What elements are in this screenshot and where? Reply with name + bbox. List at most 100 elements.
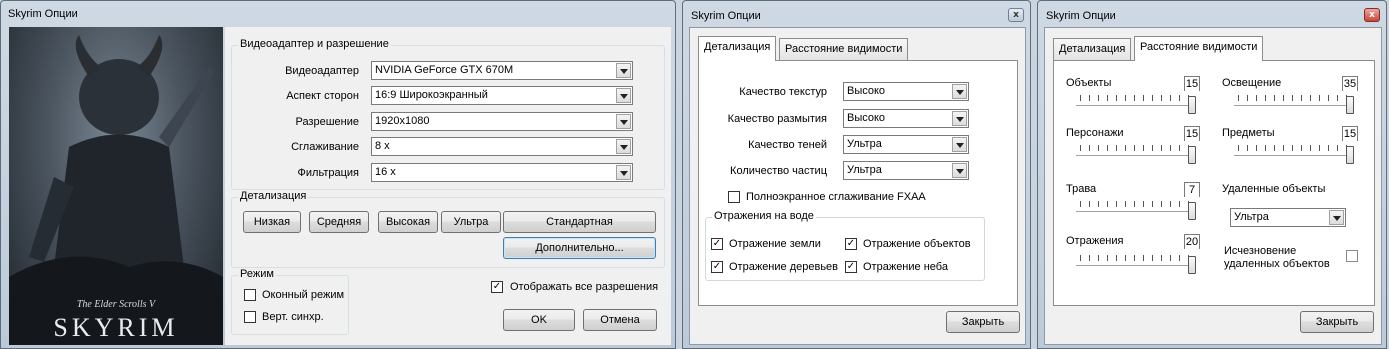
tab-view-distance[interactable]: Расстояние видимости	[1134, 36, 1264, 61]
particles-label: Количество частиц	[730, 165, 827, 177]
antialiasing-value: 8 x	[375, 140, 390, 152]
ok-button[interactable]: OK	[503, 309, 575, 331]
particles-select[interactable]: Ультра	[843, 161, 969, 180]
tab-view-distance[interactable]: Расстояние видимости	[779, 38, 909, 60]
lighting-value: 35	[1342, 76, 1358, 91]
skyrim-artwork: The Elder Scrolls V SKYRIM	[9, 27, 223, 345]
reflections-slider[interactable]	[1076, 255, 1196, 275]
resolution-value: 1920x1080	[375, 115, 430, 127]
chevron-down-icon[interactable]	[952, 163, 967, 178]
fade-checkbox[interactable]	[1346, 250, 1358, 262]
sky-reflection-checkbox[interactable]: ✓	[845, 261, 857, 273]
launcher-client: Видеоадаптер и разрешение Видеоадаптер N…	[225, 27, 671, 345]
blur-quality-select[interactable]: Высоко	[843, 109, 969, 128]
show-all-resolutions-checkbox[interactable]: ✓	[491, 281, 503, 293]
aspect-label: Аспект сторон	[286, 90, 359, 102]
aspect-select[interactable]: 16:9 Широкоэкранный	[371, 86, 633, 105]
slider-thumb[interactable]	[1188, 202, 1196, 220]
chevron-down-icon[interactable]	[952, 84, 967, 99]
sky-reflection-label: Отражение неба	[863, 261, 948, 273]
slider-thumb[interactable]	[1188, 146, 1196, 164]
fade-label-line2: удаленных объектов	[1224, 258, 1330, 270]
water-group-title: Отражения на воде	[712, 210, 816, 222]
tab-detail[interactable]: Детализация	[1053, 38, 1132, 60]
view-distance-window: Skyrim Опции x Детализация Расстояние ви…	[1037, 0, 1387, 349]
land-reflection-checkbox[interactable]: ✓	[711, 238, 723, 250]
filtering-label: Фильтрация	[297, 167, 359, 179]
advanced-button[interactable]: Дополнительно...	[503, 237, 656, 259]
chevron-down-icon[interactable]	[616, 114, 631, 129]
resolution-select[interactable]: 1920x1080	[371, 112, 633, 131]
chevron-down-icon[interactable]	[1329, 210, 1344, 225]
fade-label-line1: Исчезновение	[1224, 245, 1297, 257]
texture-quality-select[interactable]: Высоко	[843, 82, 969, 101]
actors-slider-label: Персонажи	[1066, 127, 1124, 139]
resolution-label: Разрешение	[295, 116, 359, 128]
title-bar[interactable]: Skyrim Опции x	[1038, 1, 1386, 27]
chevron-down-icon[interactable]	[616, 139, 631, 154]
close-icon[interactable]: x	[1364, 8, 1380, 22]
objects-value: 15	[1184, 76, 1200, 91]
chevron-down-icon[interactable]	[616, 63, 631, 78]
close-icon[interactable]: x	[1008, 8, 1024, 22]
cancel-button[interactable]: Отмена	[583, 309, 657, 331]
object-reflection-label: Отражение объектов	[863, 238, 971, 250]
slider-thumb[interactable]	[1346, 96, 1354, 114]
shadow-quality-select[interactable]: Ультра	[843, 135, 969, 154]
actors-slider[interactable]	[1076, 145, 1196, 165]
art-logo: SKYRIM	[53, 313, 179, 342]
detail-group-title: Детализация	[238, 190, 309, 202]
items-slider-label: Предметы	[1222, 127, 1275, 139]
shadow-quality-label: Качество теней	[748, 139, 827, 151]
texture-quality-value: Высоко	[847, 85, 886, 97]
object-reflection-checkbox[interactable]: ✓	[845, 238, 857, 250]
view-distance-client: Детализация Расстояние видимости Объекты…	[1044, 27, 1382, 345]
distant-objects-value: Ультра	[1234, 211, 1269, 223]
items-value: 15	[1342, 126, 1358, 141]
title-bar[interactable]: Skyrim Опции x	[683, 1, 1030, 27]
advanced-options-window: Skyrim Опции x Детализация Расстояние ви…	[682, 0, 1031, 349]
title-bar[interactable]: Skyrim Опции	[1, 1, 675, 27]
slider-thumb[interactable]	[1188, 256, 1196, 274]
slider-thumb[interactable]	[1188, 96, 1196, 114]
lighting-slider-label: Освещение	[1222, 77, 1282, 89]
items-slider[interactable]	[1234, 145, 1354, 165]
preset-medium-button[interactable]: Средняя	[309, 211, 369, 233]
chevron-down-icon[interactable]	[952, 111, 967, 126]
actors-value: 15	[1184, 126, 1200, 141]
adapter-select[interactable]: NVIDIA GeForce GTX 670M	[371, 61, 633, 80]
tab-detail[interactable]: Детализация	[698, 36, 777, 61]
window-title: Skyrim Опции	[1046, 10, 1116, 22]
slider-thumb[interactable]	[1346, 146, 1354, 164]
blur-quality-value: Высоко	[847, 112, 886, 124]
chevron-down-icon[interactable]	[616, 165, 631, 180]
lighting-slider[interactable]	[1234, 95, 1354, 115]
filtering-select[interactable]: 16 x	[371, 163, 633, 182]
preset-ultra-button[interactable]: Ультра	[441, 211, 501, 233]
fxaa-checkbox[interactable]	[728, 191, 740, 203]
tab-strip: Детализация Расстояние видимости	[1053, 36, 1373, 61]
window-title: Skyrim Опции	[8, 8, 78, 20]
reflections-slider-label: Отражения	[1066, 235, 1124, 247]
mode-group-title: Режим	[238, 268, 276, 280]
grass-slider[interactable]	[1076, 201, 1196, 221]
windowed-checkbox[interactable]	[244, 289, 256, 301]
grass-value: 7	[1184, 182, 1200, 197]
objects-slider[interactable]	[1076, 95, 1196, 115]
dragonborn-figure	[9, 35, 223, 345]
preset-high-button[interactable]: Высокая	[378, 211, 438, 233]
reflections-value: 20	[1184, 234, 1200, 249]
distant-objects-select[interactable]: Ультра	[1230, 208, 1346, 227]
chevron-down-icon[interactable]	[616, 88, 631, 103]
vsync-checkbox[interactable]	[244, 311, 256, 323]
show-all-resolutions-label: Отображать все разрешения	[510, 281, 659, 293]
preset-standard-button[interactable]: Стандартная	[503, 211, 656, 233]
chevron-down-icon[interactable]	[952, 137, 967, 152]
close-button[interactable]: Закрыть	[946, 311, 1020, 333]
preset-low-button[interactable]: Низкая	[243, 211, 301, 233]
particles-value: Ультра	[847, 164, 882, 176]
advanced-client: Детализация Расстояние видимости Качеств…	[689, 27, 1026, 345]
tree-reflection-checkbox[interactable]: ✓	[711, 261, 723, 273]
antialiasing-select[interactable]: 8 x	[371, 137, 633, 156]
close-button[interactable]: Закрыть	[1300, 311, 1374, 333]
